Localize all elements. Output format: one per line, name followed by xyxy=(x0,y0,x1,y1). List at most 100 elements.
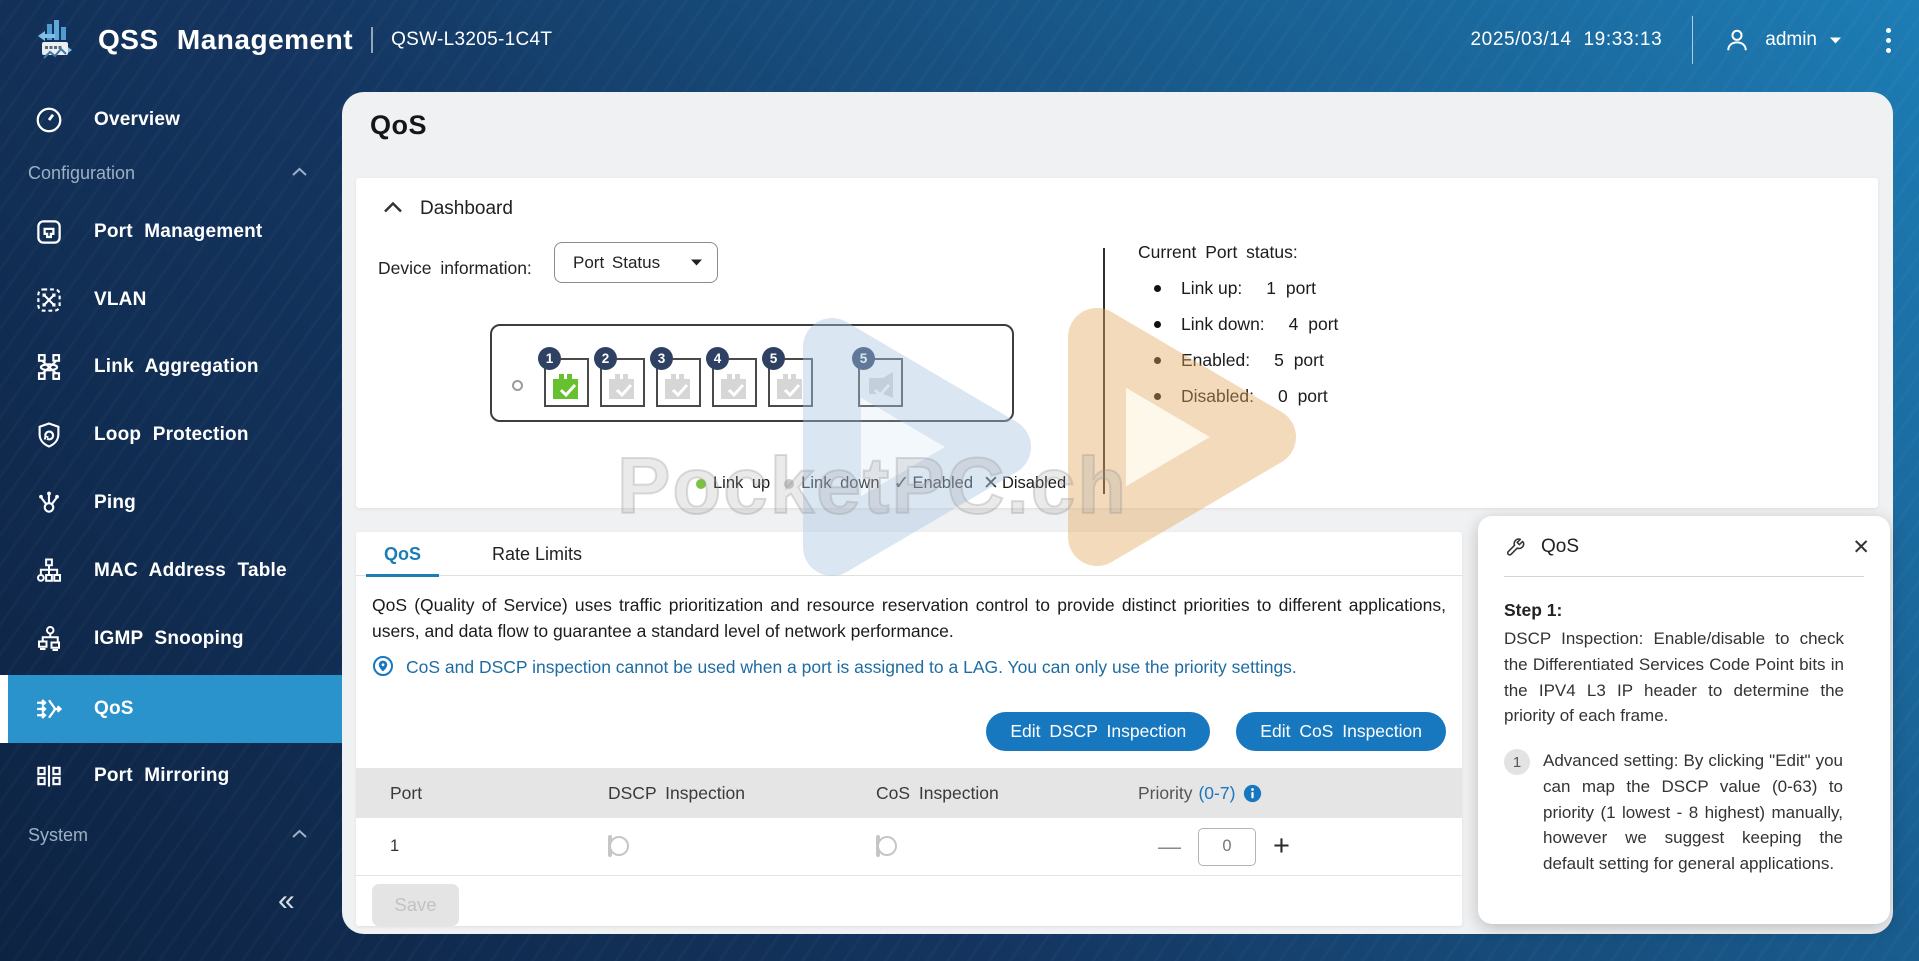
qos-description: QoS (Quality of Service) uses traffic pr… xyxy=(372,595,1446,642)
dashboard-section-title: Dashboard xyxy=(420,198,513,219)
help-panel-title: QoS xyxy=(1541,536,1580,557)
col-header-dscp: DSCP Inspection xyxy=(608,782,745,803)
status-label: Enabled: xyxy=(1181,350,1251,370)
current-port-status: Current Port status: Link up: 1 port Link… xyxy=(1138,242,1558,407)
priority-input[interactable] xyxy=(1198,827,1256,866)
port-2[interactable]: 2 xyxy=(594,347,645,407)
qos-tab-card: QoS Rate Limits QoS (Quality of Service)… xyxy=(356,532,1462,926)
sidebar-item-label: MAC Address Table xyxy=(94,560,287,581)
priority-info-icon[interactable] xyxy=(1243,784,1262,803)
tab-qos[interactable]: QoS xyxy=(366,532,440,577)
legend-label: Link down xyxy=(801,474,880,492)
sidebar-item-label: Loop Protection xyxy=(94,424,249,445)
status-label: Link down: xyxy=(1181,314,1265,334)
sidebar-section-configuration[interactable]: Configuration xyxy=(0,158,342,188)
sidebar-item-port-mirroring[interactable]: Port Mirroring xyxy=(0,752,342,800)
sfp-connector-icon xyxy=(863,364,900,404)
page-title: QoS xyxy=(370,110,428,140)
info-pin-icon xyxy=(372,655,394,677)
priority-range: (0-7) xyxy=(1198,782,1236,803)
sidebar-collapse-button[interactable]: « xyxy=(278,886,295,916)
vlan-icon xyxy=(34,285,64,315)
legend-label: Enabled xyxy=(912,474,974,492)
sidebar-item-overview[interactable]: Overview xyxy=(0,96,342,144)
gauge-icon xyxy=(34,105,64,135)
legend-label: Disabled xyxy=(1001,474,1067,492)
user-icon xyxy=(1723,26,1751,54)
lag-note: CoS and DSCP inspection cannot be used w… xyxy=(372,654,1446,680)
sidebar-item-label: QoS xyxy=(94,698,134,719)
tab-rate-limits[interactable]: Rate Limits xyxy=(474,532,600,576)
minus-button[interactable]: — xyxy=(1158,835,1181,858)
sidebar-item-ping[interactable]: Ping xyxy=(0,479,342,527)
ping-icon xyxy=(34,488,64,518)
app-title: QSS Management xyxy=(98,24,354,55)
rj45-connector-icon xyxy=(549,364,586,404)
caret-down-icon xyxy=(690,258,703,267)
sidebar-item-vlan[interactable]: VLAN xyxy=(0,276,342,324)
port-number-badge: 3 xyxy=(650,347,673,370)
sidebar-item-igmp-snooping[interactable]: IGMP Snooping xyxy=(0,615,342,663)
tab-bar: QoS Rate Limits xyxy=(356,532,1462,577)
link-up-dot-icon xyxy=(696,478,706,489)
device-model: QSW-L3205-1C4T xyxy=(391,29,553,50)
lag-note-text: CoS and DSCP inspection cannot be used w… xyxy=(406,657,1297,677)
mac-table-icon xyxy=(34,556,64,586)
collapse-section-chevron-icon[interactable] xyxy=(382,200,404,215)
col-header-port: Port xyxy=(390,782,423,803)
edit-dscp-inspection-button[interactable]: Edit DSCP Inspection xyxy=(986,712,1211,751)
sidebar-item-loop-protection[interactable]: Loop Protection xyxy=(0,411,342,459)
datetime: 2025/03/14 19:33:13 xyxy=(1470,29,1663,50)
rj45-connector-icon xyxy=(661,364,698,404)
sidebar-item-label: Link Aggregation xyxy=(94,356,259,377)
vertical-divider xyxy=(1103,248,1105,494)
switch-chassis: 1 2 3 4 5 5 xyxy=(490,324,1014,422)
port-legend: Link up Link down ✓ Enabled ✕ Disabled xyxy=(696,474,1080,493)
port-4[interactable]: 4 xyxy=(706,347,757,407)
col-header-cos: CoS Inspection xyxy=(876,782,999,803)
chevron-up-icon xyxy=(291,166,308,178)
sidebar-item-label: VLAN xyxy=(94,289,147,310)
edit-cos-inspection-button[interactable]: Edit CoS Inspection xyxy=(1236,712,1446,751)
check-icon: ✓ xyxy=(893,473,910,494)
app-logo-icon xyxy=(34,18,76,62)
chassis-led xyxy=(512,380,523,391)
sidebar-item-port-management[interactable]: Port Management xyxy=(0,208,342,256)
cross-icon: ✕ xyxy=(983,473,999,494)
header-vline xyxy=(1692,16,1694,64)
port-number-badge: 4 xyxy=(706,347,729,370)
device-information-select[interactable]: Port Status xyxy=(554,242,718,283)
sidebar-item-mac-address-table[interactable]: MAC Address Table xyxy=(0,547,342,595)
table-header-row: Port DSCP Inspection CoS Inspection Prio… xyxy=(356,768,1462,818)
sidebar-item-link-aggregation[interactable]: Link Aggregation xyxy=(0,343,342,391)
port-5-sfp[interactable]: 5 xyxy=(852,347,903,407)
section-label: System xyxy=(28,824,89,845)
user-menu[interactable]: admin xyxy=(1723,26,1842,54)
port-mirroring-icon xyxy=(34,761,64,791)
step1-text: DSCP Inspection: Enable/disable to check… xyxy=(1504,629,1844,726)
help-divider xyxy=(1504,576,1864,577)
status-value: 1 port xyxy=(1266,278,1317,298)
status-title: Current Port status: xyxy=(1138,242,1298,262)
port-icon xyxy=(34,217,64,247)
port-5[interactable]: 5 xyxy=(762,347,813,407)
table-row: 1 — + xyxy=(356,818,1462,876)
save-button[interactable]: Save xyxy=(372,884,459,926)
more-options-button[interactable] xyxy=(1886,27,1891,53)
port-number-badge: 5 xyxy=(762,347,785,370)
dscp-inspection-toggle[interactable] xyxy=(608,835,629,857)
step1-title: Step 1: xyxy=(1504,600,1563,620)
port-1[interactable]: 1 xyxy=(538,347,589,407)
port-3[interactable]: 3 xyxy=(650,347,701,407)
cos-inspection-toggle[interactable] xyxy=(876,835,897,857)
sidebar-item-qos[interactable]: QoS xyxy=(0,675,342,743)
sidebar-section-system[interactable]: System xyxy=(0,820,342,850)
shield-loop-icon xyxy=(34,420,64,450)
dashboard-card: Dashboard Device information: Port Statu… xyxy=(356,178,1878,508)
close-icon[interactable]: ✕ xyxy=(1852,537,1870,558)
status-item: Link up: 1 port xyxy=(1138,278,1558,299)
sidebar-item-label: Overview xyxy=(94,109,181,130)
plus-button[interactable]: + xyxy=(1273,832,1290,861)
port-cell: 1 xyxy=(390,837,400,855)
help-panel: QoS ✕ Step 1: DSCP Inspection: Enable/di… xyxy=(1478,516,1890,924)
